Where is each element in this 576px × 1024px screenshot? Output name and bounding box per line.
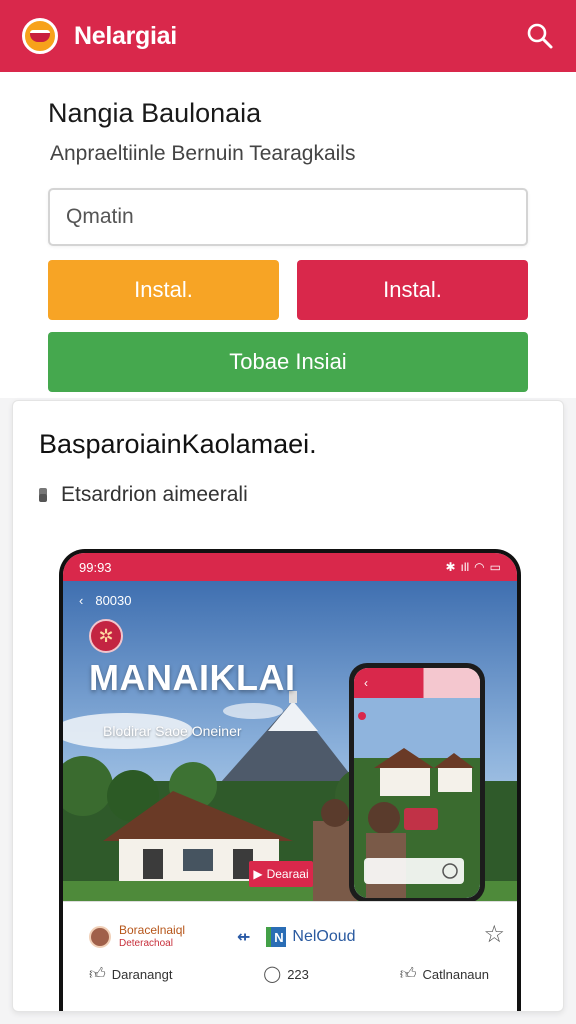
author-sub: Deterachoal [119,938,173,949]
feature-card: BasparoiainKaolamaei. Etsardrion aimeera… [12,400,564,1012]
card-title: BasparoiainKaolamaei. [39,429,317,459]
hero-title: MANAIKLAI [89,657,296,698]
play-cta-label: Dearaai [266,867,309,881]
comment-icon: ◯ [263,966,282,983]
thumbs-up-icon: 👍︎ [399,965,417,983]
search-icon[interactable] [526,22,554,50]
author-row: Boracelnaiql Deterachoal ⇷ N NelOoud [89,924,489,950]
phone-screen: 99:93 ✱ ıll ◠ ▭ ‹ 80030 ✲ MANAIKLAI Blod… [63,553,517,1011]
actions-row: 👍︎ Daranangt ◯ 223 👍︎ Catlnanaun [89,964,489,984]
mini-phone-header: ‹ [354,668,480,698]
phone-time: 99:93 [79,559,112,575]
play-icon: ▶ [253,867,263,881]
mini-phone-illustration [354,698,480,898]
share-icon[interactable]: ⇷ [237,927,250,947]
comment-count: 223 [287,966,309,982]
install-button-orange[interactable]: Instal. [48,260,279,320]
recommend-action-label: Catlnanaun [422,966,489,982]
comment-action[interactable]: ◯ 223 [263,964,309,984]
pot-logo-icon [22,18,58,54]
thumbs-up-icon: 👍︎ [89,965,106,983]
hero-subtitle: Blodirar Saoe Oneiner [103,723,242,739]
author-info: Boracelnaiql Deterachoal [119,924,215,950]
preview-nav-label: 80030 [95,593,132,608]
bullet-icon [39,494,47,502]
page-subtitle: Anpraeltiinle Bernuin Tearagkails [50,142,356,165]
status-icons: ✱ ıll ◠ ▭ [445,560,501,574]
mini-phone-screen: ‹ [354,668,480,898]
mini-back-icon: ‹ [364,676,368,690]
avatar[interactable] [89,926,111,948]
preview-bottom-panel: Boracelnaiql Deterachoal ⇷ N NelOoud ☆ 👍… [63,901,517,1011]
preview-nav: ‹ 80030 [79,593,132,608]
like-action-label: Daranangt [111,966,173,982]
card-bullet: Etsardrion aimeerali [39,483,248,507]
recommend-action[interactable]: 👍︎ Catlnanaun [400,965,489,984]
install-button-red[interactable]: Instal. [297,260,528,320]
primary-install-button[interactable]: Tobae Insiai [48,332,528,392]
phone-status-bar: 99:93 ✱ ıll ◠ ▭ [63,553,517,581]
bluetooth-icon: ✱ [445,560,456,574]
author-name: Boracelnaiql [119,923,186,937]
like-action[interactable]: 👍︎ Daranangt [89,965,172,984]
app-title: Nelargiai [74,21,177,50]
search-input[interactable] [48,188,528,246]
service-logo-icon: N [266,927,287,947]
battery-icon: ▭ [489,560,501,574]
phone-preview: 99:93 ✱ ıll ◠ ▭ ‹ 80030 ✲ MANAIKLAI Blod… [59,549,521,1011]
star-icon[interactable]: ☆ [483,920,505,949]
mini-phone-preview: ‹ [349,663,485,903]
brand-badge-icon: ✲ [89,619,123,653]
play-cta-button[interactable]: ▶ Dearaai [249,861,313,887]
signal-icon: ıll [460,560,470,574]
top-section: Nangia Baulonaia Anpraeltiinle Bernuin T… [0,72,576,398]
wifi-icon: ◠ [474,560,485,574]
page-title: Nangia Baulonaia [48,98,262,128]
service-name[interactable]: NelOoud [292,928,355,946]
card-bullet-text: Etsardrion aimeerali [61,483,248,506]
back-arrow-icon[interactable]: ‹ [79,593,83,608]
app-bar: Nelargiai [0,0,576,72]
